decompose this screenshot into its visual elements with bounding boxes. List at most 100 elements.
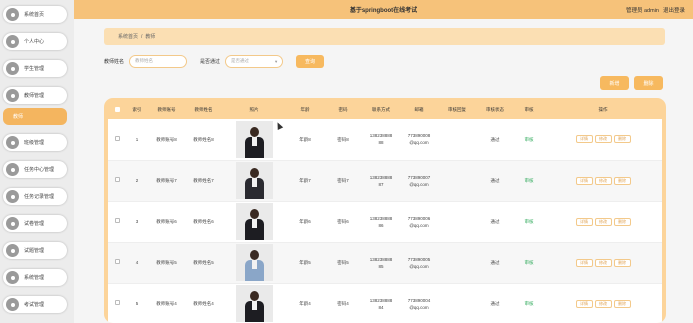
sidebar-subitem-teacher[interactable]: 教师: [3, 108, 67, 125]
cell-email: 773890006 @qq.com: [400, 201, 438, 243]
edit-button[interactable]: 修改: [594, 258, 612, 267]
phone-line1: 138238888: [369, 256, 393, 262]
audit-link[interactable]: 审核: [525, 301, 534, 306]
row-checkbox[interactable]: [108, 201, 126, 243]
row-delete-button[interactable]: 删除: [613, 217, 631, 226]
col-header: 教师账号: [157, 106, 176, 112]
teacher-icon: [6, 89, 19, 102]
cell-index: 1: [126, 119, 148, 161]
row-checkbox[interactable]: [108, 160, 126, 202]
sidebar-item-label: 考试管理: [24, 302, 45, 308]
cell-index: 4: [126, 242, 148, 284]
cell-age: 年龄5: [286, 242, 324, 284]
cell-phone: 138238888 87: [362, 160, 400, 202]
cell-password: 密码7: [324, 160, 362, 202]
cell-audit: 审核: [514, 119, 544, 161]
detail-button[interactable]: 详情: [575, 176, 593, 185]
sidebar-item-teachers[interactable]: 教师管理: [3, 87, 67, 104]
edit-button[interactable]: 修改: [594, 135, 612, 144]
cell-photo: [222, 160, 286, 202]
cell-status: 通过: [476, 160, 514, 202]
sidebar-item-home[interactable]: 系统首页: [3, 6, 67, 23]
audit-link[interactable]: 审核: [525, 178, 534, 183]
email-line2: @qq.com: [409, 140, 429, 146]
detail-button[interactable]: 详情: [575, 299, 593, 308]
detail-button[interactable]: 详情: [575, 135, 593, 144]
cell-operations: 详情 修改 删除: [544, 201, 662, 243]
breadcrumb-separator: /: [141, 33, 143, 40]
cell-age: 年龄6: [286, 201, 324, 243]
audit-link[interactable]: 审核: [525, 137, 534, 142]
col-header: 操作: [598, 106, 608, 112]
email-line1: 773890005: [407, 256, 431, 262]
detail-button[interactable]: 详情: [575, 217, 593, 226]
teacher-photo: [235, 203, 273, 240]
cell-email: 773890004 @qq.com: [400, 283, 438, 323]
edit-button[interactable]: 修改: [594, 299, 612, 308]
row-checkbox[interactable]: [108, 283, 126, 323]
cell-status: 通过: [476, 242, 514, 284]
breadcrumb: 系统首页 / 教师: [104, 28, 665, 45]
row-delete-button[interactable]: 删除: [613, 135, 631, 144]
teacher-photo: [235, 285, 273, 322]
cell-reply: [438, 242, 476, 284]
phone-line1: 138238888: [369, 174, 393, 180]
sidebar-item-label: 个人中心: [24, 39, 45, 45]
top-bar: 基于springboot在线考试 管理员 admin 退出登录: [74, 0, 693, 19]
edit-button[interactable]: 修改: [594, 217, 612, 226]
logout-link[interactable]: 退出登录: [663, 6, 685, 14]
cell-age: 年龄7: [286, 160, 324, 202]
cell-email: 773890008 @qq.com: [400, 119, 438, 161]
table-row: 1 教师账号8 教师姓名8 年龄8 密码8 138238888 88 773890008 @qq…: [108, 119, 662, 161]
sidebar-item-classes[interactable]: 班级管理: [3, 134, 67, 151]
teacher-name-input[interactable]: 教师姓名: [129, 54, 188, 68]
row-delete-button[interactable]: 删除: [613, 176, 631, 185]
sidebar-item-exams[interactable]: 考试管理: [3, 296, 67, 313]
sidebar-item-papers[interactable]: 试卷管理: [3, 215, 67, 232]
exam-icon: [6, 298, 19, 311]
cell-audit: 审核: [514, 160, 544, 202]
search-form: 教师姓名 教师姓名 是否通过 是否通过 ▼ 查询: [104, 54, 325, 68]
cell-photo: [222, 283, 286, 323]
teacher-table: 索引 教师账号 教师姓名 照片 年龄 密码 联系方式 邮箱 审核回复 审核状态 …: [104, 98, 666, 323]
phone-line2: 86: [378, 222, 384, 228]
audit-link[interactable]: 审核: [525, 219, 534, 224]
audit-link[interactable]: 审核: [525, 260, 534, 265]
sidebar-item-label: 试卷管理: [24, 221, 45, 227]
sidebar-item-questions[interactable]: 试题管理: [3, 242, 67, 259]
col-header: 联系方式: [372, 106, 390, 112]
sidebar-item-task-records[interactable]: 任务记录管理: [3, 188, 67, 205]
select-all-checkbox[interactable]: [108, 100, 126, 119]
user-area: 管理员 admin 退出登录: [626, 6, 685, 14]
cell-password: 密码4: [324, 283, 362, 323]
sidebar-item-profile[interactable]: 个人中心: [3, 33, 67, 50]
cell-name: 教师姓名8: [185, 119, 222, 161]
detail-button[interactable]: 详情: [575, 258, 593, 267]
col-header: 邮箱: [414, 106, 424, 112]
name-label: 教师姓名: [104, 58, 125, 65]
add-button[interactable]: 新增: [600, 76, 629, 90]
row-delete-button[interactable]: 删除: [613, 299, 631, 308]
cell-operations: 详情 修改 删除: [544, 119, 662, 161]
cell-reply: [438, 160, 476, 202]
sidebar-item-task-center[interactable]: 任务中心管理: [3, 161, 67, 178]
sidebar-item-students[interactable]: 学生管理: [3, 60, 67, 77]
sidebar-item-label: 教师管理: [24, 93, 45, 99]
col-header: 审核回复: [448, 106, 466, 112]
user-label: 管理员 admin: [625, 8, 659, 14]
cell-status: 通过: [476, 283, 514, 323]
breadcrumb-home[interactable]: 系统首页: [118, 33, 138, 40]
delete-button[interactable]: 删除: [634, 76, 663, 90]
home-icon: [6, 8, 19, 21]
audit-select[interactable]: 是否通过 ▼: [225, 54, 284, 68]
sidebar-item-system[interactable]: 系统管理: [3, 269, 67, 286]
user-icon: [6, 35, 19, 48]
cell-operations: 详情 修改 删除: [544, 160, 662, 202]
row-checkbox[interactable]: [108, 119, 126, 161]
row-checkbox[interactable]: [108, 242, 126, 284]
cell-status: 通过: [476, 201, 514, 243]
edit-button[interactable]: 修改: [594, 176, 612, 185]
sidebar: 系统首页 个人中心 学生管理 教师管理 教师 班级管理 任务中心管理 任务记录管…: [0, 0, 74, 323]
row-delete-button[interactable]: 删除: [613, 258, 631, 267]
search-button[interactable]: 查询: [296, 54, 325, 68]
